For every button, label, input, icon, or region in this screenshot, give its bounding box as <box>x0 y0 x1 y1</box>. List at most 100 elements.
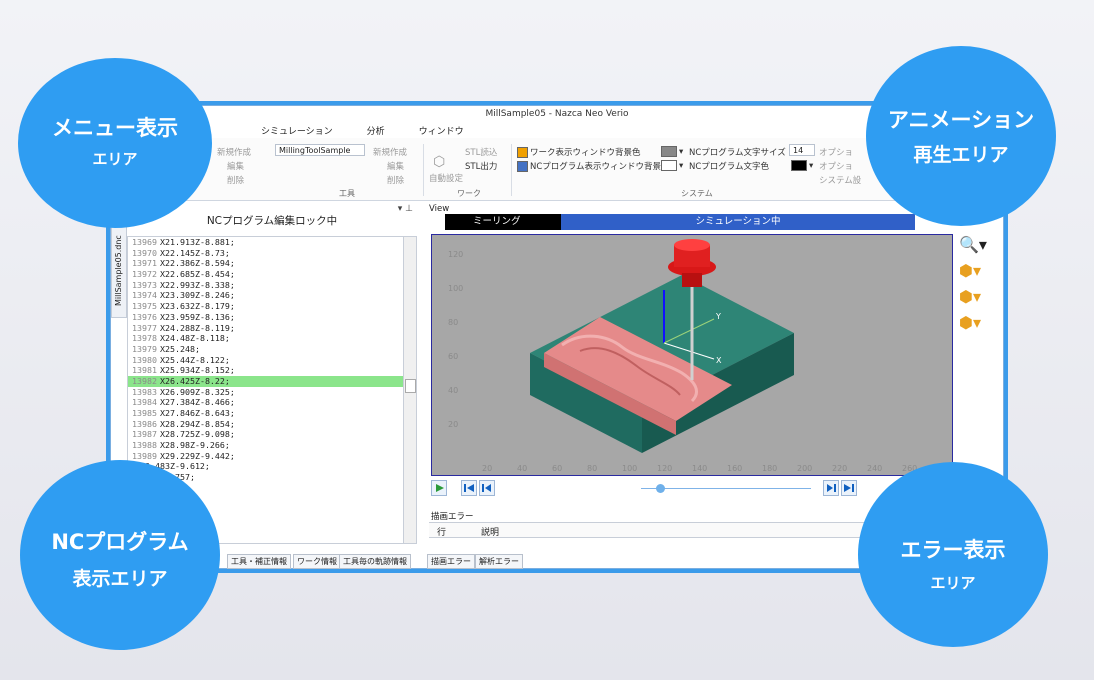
line-number: 13981 <box>132 365 157 376</box>
list-item[interactable]: 13980 X25.44Z-8.122; <box>128 355 404 366</box>
list-item[interactable]: 13981 X25.934Z-8.152; <box>128 365 404 376</box>
step-back-button[interactable] <box>479 480 495 496</box>
menu-analysis[interactable]: 分析 <box>367 124 385 138</box>
col-line[interactable]: 行 <box>437 525 446 538</box>
work-bg-color[interactable]: ワーク表示ウィンドウ背景色 <box>517 146 641 158</box>
y-tick-label: 40 <box>448 386 458 395</box>
option-button-2[interactable]: オプショ <box>819 160 853 172</box>
list-item[interactable]: 13983 X26.909Z-8.325; <box>128 387 404 398</box>
list-item[interactable]: 13988 X28.98Z-9.266; <box>128 440 404 451</box>
line-number: 13982 <box>132 375 157 386</box>
line-number: 13972 <box>132 269 157 280</box>
list-item[interactable]: 13969 X21.913Z-8.881; <box>128 237 404 248</box>
scrollbar[interactable] <box>403 236 417 544</box>
callout-menu-area: メニュー表示 エリア <box>18 58 212 228</box>
tab-work-info[interactable]: ワーク情報 <box>293 554 341 569</box>
list-item[interactable]: 13970 X22.145Z-8.73; <box>128 248 404 259</box>
list-item[interactable]: 13984 X27.384Z-8.466; <box>128 397 404 408</box>
line-number: 13976 <box>132 311 157 322</box>
line-number: 13969 <box>132 237 157 247</box>
error-tabs: 描画エラー 解析エラー <box>427 554 727 569</box>
list-item[interactable]: 13974 X23.309Z-8.246; <box>128 290 404 301</box>
list-item[interactable]: 13973 X22.993Z-8.338; <box>128 280 404 291</box>
axis-x-label: X <box>716 356 722 365</box>
stl-read-button[interactable]: STL読込 <box>465 146 497 158</box>
menu-bar: シミュレーション 分析 ウィンドウ <box>261 124 464 138</box>
list-item[interactable]: 13979 X25.248; <box>128 344 404 355</box>
option-button-1[interactable]: オプショ <box>819 146 853 158</box>
line-code: X26.909Z-8.325; <box>159 386 235 397</box>
nc-font-size-select[interactable]: 14 <box>789 144 815 156</box>
list-item[interactable]: 13982 X26.425Z-8.22; <box>128 375 404 387</box>
list-item[interactable]: 13987 X28.725Z-9.098; <box>128 429 404 440</box>
menu-window[interactable]: ウィンドウ <box>419 124 464 138</box>
tool-delete-right[interactable]: 削除 <box>387 174 404 186</box>
line-code: X23.959Z-8.136; <box>159 311 235 322</box>
forward-end-button[interactable] <box>841 480 857 496</box>
menu-simulation[interactable]: シミュレーション <box>261 124 333 138</box>
auto-set-button[interactable]: 自動設定 <box>429 172 463 184</box>
line-code: X24.288Z-8.119; <box>159 322 235 333</box>
simulation-view[interactable]: 120 100 80 60 40 20 20 40 60 80 100 120 140 160 180 20… <box>431 234 953 476</box>
col-description[interactable]: 説明 <box>481 525 499 538</box>
zoom-icon[interactable]: 🔍▾ <box>959 234 989 256</box>
scrollbar-thumb[interactable] <box>405 379 416 393</box>
mode-label: ミーリング <box>445 214 561 230</box>
nc-bg-color[interactable]: NCプログラム表示ウィンドウ背景色 <box>517 160 670 172</box>
file-tab[interactable]: MillSample05.dnc <box>111 224 127 318</box>
stl-out-button[interactable]: STL出力 <box>465 160 497 172</box>
y-tick-label: 20 <box>448 420 458 429</box>
slider-knob[interactable] <box>656 484 665 493</box>
list-item[interactable]: 13986 X28.294Z-8.854; <box>128 419 404 430</box>
list-item[interactable]: 13989 X29.229Z-9.442; <box>128 451 404 462</box>
pin-icon[interactable]: ▾ ⊥ <box>398 204 413 214</box>
list-item[interactable]: 13971 X22.386Z-8.594; <box>128 258 404 269</box>
list-item[interactable]: 13972 X22.685Z-8.454; <box>128 269 404 280</box>
tool-select[interactable]: MillingToolSample <box>275 144 365 156</box>
system-settings-button[interactable]: システム設 <box>819 174 861 186</box>
line-code: X23.309Z-8.246; <box>159 290 235 301</box>
list-item[interactable]: X29.483Z-9.612; <box>128 461 404 472</box>
section-view-icon[interactable]: ⬢▾ <box>959 286 989 308</box>
palette-icon <box>517 147 528 158</box>
list-item[interactable]: 13978 X24.48Z-8.118; <box>128 333 404 344</box>
x-tick-label: 240 <box>867 464 882 473</box>
nc-bg-swatch[interactable]: ▾ <box>661 160 683 171</box>
tool-edit-right[interactable]: 編集 <box>387 160 404 172</box>
line-code: X28.294Z-8.854; <box>159 418 235 429</box>
tab-draw-error[interactable]: 描画エラー <box>427 554 475 569</box>
play-button[interactable] <box>431 480 447 496</box>
list-item[interactable]: 13975 X23.632Z-8.179; <box>128 301 404 312</box>
view-cube-icon[interactable]: ⬢▾ <box>959 260 989 282</box>
nc-font-color-swatch[interactable]: ▾ <box>791 160 813 171</box>
callout-animation-area: アニメーション 再生エリア <box>866 46 1056 226</box>
group-tool: 工具 <box>339 189 355 198</box>
work-bg-swatch[interactable]: ▾ <box>661 146 683 157</box>
list-item[interactable]: 13985 X27.846Z-8.643; <box>128 408 404 419</box>
line-number: 13974 <box>132 290 157 301</box>
x-tick-label: 80 <box>587 464 597 473</box>
axis-y-label: Y <box>715 312 721 321</box>
tab-tool-info[interactable]: 工具・補正情報 <box>227 554 291 569</box>
callout-nc-area: NCプログラム 表示エリア <box>20 460 220 650</box>
list-item[interactable]: 13976 X23.959Z-8.136; <box>128 312 404 323</box>
line-number: 13977 <box>132 322 157 333</box>
tool-new-left[interactable]: 新規作成 <box>217 146 251 158</box>
x-tick-label: 160 <box>727 464 742 473</box>
tab-analysis-error[interactable]: 解析エラー <box>475 554 523 569</box>
tool-edit-left[interactable]: 編集 <box>227 160 244 172</box>
tab-toolpath-info[interactable]: 工具毎の軌跡情報 <box>339 554 411 569</box>
playback-slider[interactable] <box>641 488 811 489</box>
rewind-start-button[interactable] <box>461 480 477 496</box>
display-mode-icon[interactable]: ⬢▾ <box>959 312 989 334</box>
line-code: X26.425Z-8.22; <box>159 375 230 386</box>
y-tick-label: 120 <box>448 250 463 259</box>
line-number: 13986 <box>132 418 157 429</box>
list-item[interactable]: 13977 X24.288Z-8.119; <box>128 323 404 334</box>
tool-new-right[interactable]: 新規作成 <box>373 146 407 158</box>
x-tick-label: 60 <box>552 464 562 473</box>
line-number: 13984 <box>132 397 157 408</box>
step-forward-button[interactable] <box>823 480 839 496</box>
line-number: 13979 <box>132 343 157 354</box>
tool-delete-left[interactable]: 削除 <box>227 174 244 186</box>
